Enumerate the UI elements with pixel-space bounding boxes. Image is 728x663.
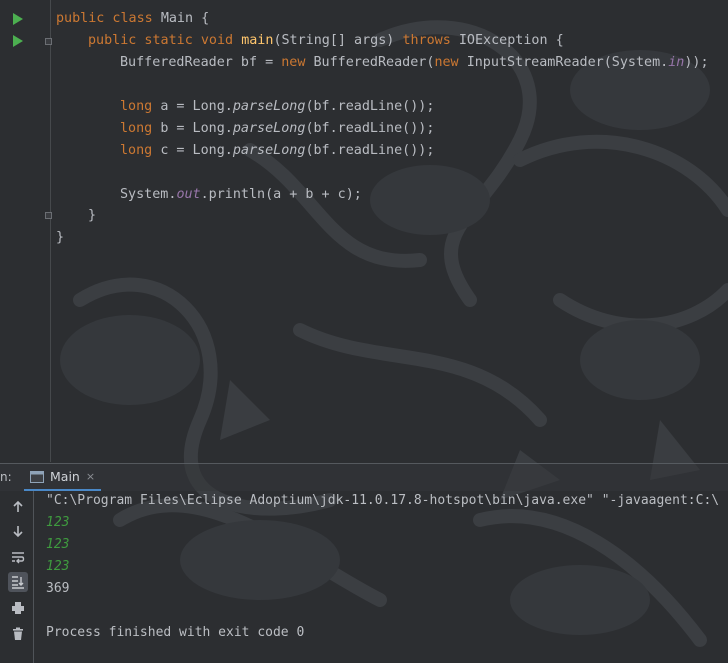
- keyword: long: [120, 121, 161, 136]
- keyword: long: [120, 143, 161, 158]
- run-panel-header: n: Main ×: [0, 464, 728, 491]
- code-line-long-a: long a = Long.parseLong(bf.readLine());: [120, 96, 434, 118]
- exception-type: IOException {: [458, 33, 564, 48]
- assignment: c = Long.: [160, 143, 233, 158]
- console-input-line: 123: [46, 559, 70, 574]
- type: InputStreamReader(System.: [466, 55, 669, 70]
- static-method: parseLong: [232, 99, 306, 114]
- tab-main-label: Main: [50, 469, 80, 484]
- code-line-println: System.out.println(a + b + c);: [120, 184, 362, 206]
- line-end: ));: [684, 55, 709, 70]
- soft-wrap-icon[interactable]: [8, 547, 28, 567]
- code-line-long-b: long b = Long.parseLong(bf.readLine());: [120, 118, 434, 140]
- arrow-up-icon[interactable]: [8, 497, 28, 517]
- static-field: out: [176, 187, 201, 202]
- editor-gutter: [0, 0, 52, 462]
- static-method: parseLong: [232, 121, 306, 136]
- console-toolbar: [0, 491, 34, 663]
- trash-icon[interactable]: [8, 624, 28, 644]
- line-end: (bf.readLine());: [305, 121, 435, 136]
- code-line-main-method: public static void main(String[] args) t…: [88, 30, 564, 52]
- run-icon[interactable]: [12, 13, 24, 25]
- run-tool-window: n: Main × "C:\Program Files\Eclipse Adop…: [0, 463, 728, 663]
- keyword: public class: [56, 11, 161, 26]
- console-output-line: 369: [46, 581, 70, 596]
- class-name: Main {: [160, 11, 210, 26]
- keyword: public static void: [88, 33, 242, 48]
- keyword: long: [120, 99, 161, 114]
- fold-icon[interactable]: [45, 212, 52, 219]
- code-line-class-close: }: [56, 230, 65, 245]
- fold-icon[interactable]: [45, 38, 52, 45]
- keyword: new: [434, 55, 467, 70]
- system-class: System.: [120, 187, 177, 202]
- static-method: parseLong: [232, 143, 306, 158]
- print-icon[interactable]: [8, 598, 28, 618]
- assignment: a = Long.: [160, 99, 233, 114]
- keyword: new: [281, 55, 314, 70]
- close-icon[interactable]: ×: [86, 470, 95, 483]
- line-end: (bf.readLine());: [305, 99, 435, 114]
- code-editor[interactable]: public class Main { public static void m…: [0, 0, 728, 462]
- code-line-reader: BufferedReader bf = new BufferedReader(n…: [120, 52, 709, 74]
- run-icon[interactable]: [12, 35, 24, 47]
- scroll-to-end-icon[interactable]: [8, 572, 28, 592]
- keyword: throws: [402, 33, 459, 48]
- tab-main[interactable]: Main ×: [24, 464, 102, 491]
- declaration: BufferedReader bf =: [120, 55, 282, 70]
- console-exit-message: Process finished with exit code 0: [46, 625, 305, 640]
- line-end: (bf.readLine());: [305, 143, 435, 158]
- console-input-line: 123: [46, 515, 70, 530]
- run-label: n:: [0, 470, 12, 484]
- type: BufferedReader(: [313, 55, 435, 70]
- line-end: .println(a + b + c);: [200, 187, 362, 202]
- code-line-long-c: long c = Long.parseLong(bf.readLine());: [120, 140, 434, 162]
- method-args: (String[] args): [273, 33, 403, 48]
- code-line-class-declaration: public class Main {: [56, 8, 209, 30]
- arrow-down-icon[interactable]: [8, 521, 28, 541]
- static-field: in: [668, 55, 685, 70]
- console-command-line: "C:\Program Files\Eclipse Adoptium\jdk-1…: [46, 493, 720, 508]
- method-name: main: [241, 33, 274, 48]
- console-input-line: 123: [46, 537, 70, 552]
- code-line-method-close: }: [88, 208, 97, 223]
- console-tab-icon: [30, 470, 44, 483]
- assignment: b = Long.: [160, 121, 233, 136]
